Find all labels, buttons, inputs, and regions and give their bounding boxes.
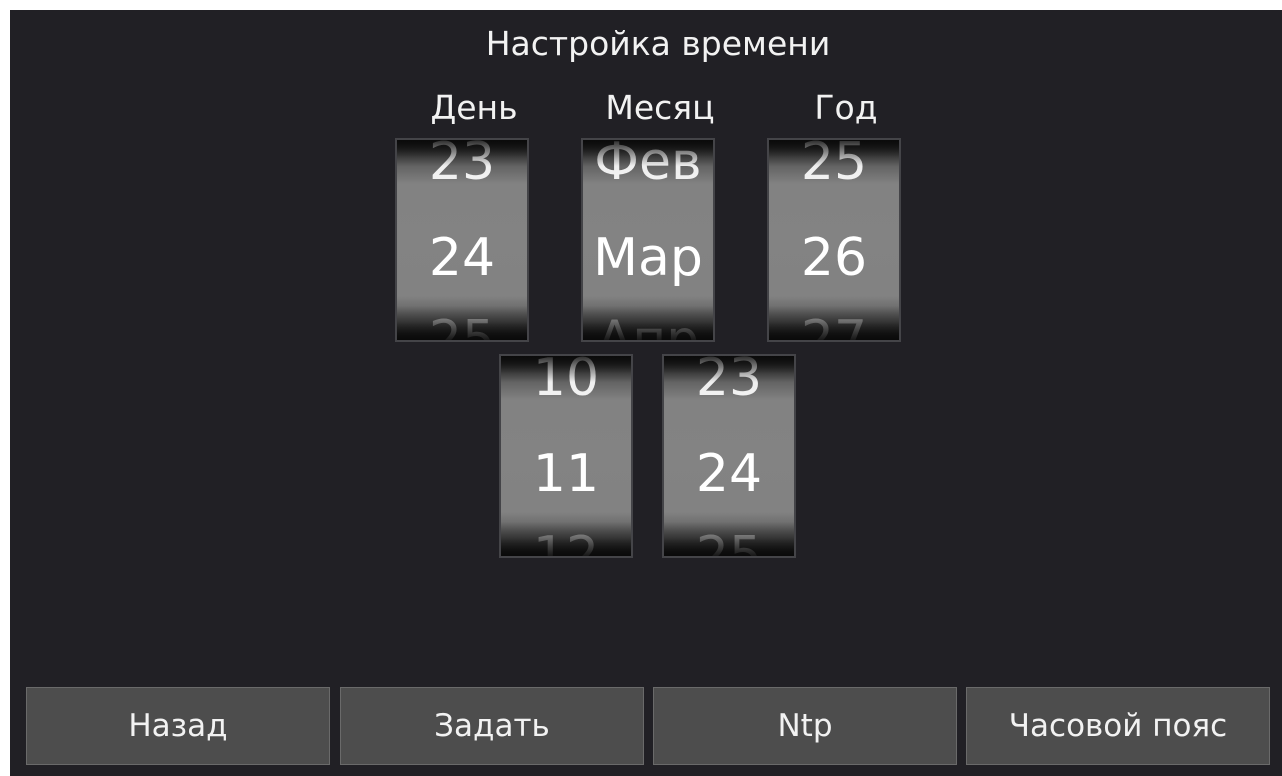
hour-prev-value[interactable]: 10	[501, 356, 631, 408]
year-label: Год	[814, 88, 878, 127]
minute-next-value[interactable]: 25	[664, 526, 794, 556]
hour-picker[interactable]: 10 11 12	[499, 354, 633, 558]
day-picker[interactable]: 23 24 25	[395, 138, 529, 342]
day-prev-value[interactable]: 23	[397, 140, 527, 192]
year-next-value[interactable]: 27	[769, 310, 899, 340]
month-prev-value[interactable]: Фев	[583, 140, 713, 192]
year-picker[interactable]: 25 26 27	[767, 138, 901, 342]
year-current-value: 26	[800, 228, 868, 288]
minute-current-value: 24	[695, 444, 763, 504]
hour-next-value[interactable]: 12	[501, 526, 631, 556]
month-picker[interactable]: Фев Мар Апр	[581, 138, 715, 342]
page-title: Настройка времени	[485, 24, 831, 63]
day-current-value: 24	[428, 228, 496, 288]
back-button[interactable]: Назад	[26, 687, 330, 765]
ntp-button[interactable]: Ntp	[653, 687, 957, 765]
minute-picker[interactable]: 23 24 25	[662, 354, 796, 558]
set-button[interactable]: Задать	[340, 687, 644, 765]
day-label: День	[430, 88, 518, 127]
month-label: Месяц	[605, 88, 715, 127]
day-next-value[interactable]: 25	[397, 310, 527, 340]
timezone-button[interactable]: Часовой пояс	[966, 687, 1270, 765]
year-prev-value[interactable]: 25	[769, 140, 899, 192]
month-current-value: Мар	[593, 228, 703, 288]
time-settings-screen: Настройка времени День Месяц Год 23 24 2…	[10, 10, 1282, 776]
minute-prev-value[interactable]: 23	[664, 356, 794, 408]
month-next-value[interactable]: Апр	[583, 310, 713, 340]
hour-current-value: 11	[532, 444, 600, 504]
